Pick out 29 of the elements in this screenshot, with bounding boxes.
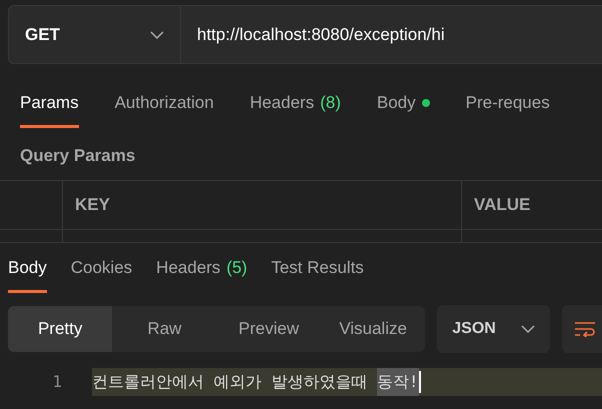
column-header: VALUE (473, 194, 532, 216)
section-title: Query Params (19, 144, 136, 166)
request-tab[interactable]: Authorization (114, 90, 214, 128)
request-tab[interactable]: Body (376, 90, 430, 128)
method-dropdown[interactable]: GET (8, 5, 181, 64)
view-mode-tab[interactable]: Visualize (320, 306, 426, 352)
request-tab[interactable]: Pre-reques (466, 90, 550, 128)
column-header: KEY (63, 181, 462, 229)
chevron-down-icon (150, 30, 164, 38)
request-tab[interactable]: Params (20, 90, 79, 128)
url-field[interactable]: http://localhost:8080/exception/hi (181, 5, 602, 64)
request-tab[interactable]: Headers (8) (250, 90, 341, 128)
view-mode-tab[interactable]: Raw (112, 306, 217, 352)
response-tab[interactable]: Test Results (271, 255, 364, 292)
line-number: 1 (51, 370, 62, 392)
count-label: (8) (320, 92, 341, 114)
chevron-down-icon (521, 324, 536, 332)
text-cursor (418, 370, 421, 392)
wrap-lines-icon (574, 320, 596, 336)
highlighted-text: 동작! (376, 368, 419, 396)
format-dropdown[interactable]: JSON (437, 304, 550, 352)
view-mode-tab[interactable]: Preview (216, 306, 321, 352)
code-text: 컨트롤러안에서 예외가 발생하였을때 (92, 370, 368, 392)
wrap-button[interactable] (562, 304, 602, 352)
view-mode-tab[interactable]: Pretty (8, 306, 112, 352)
response-tab[interactable]: Body (8, 255, 47, 292)
response-tab[interactable]: Headers (5) (156, 255, 248, 292)
response-tab[interactable]: Cookies (70, 255, 132, 292)
count-label: (5) (226, 257, 248, 279)
